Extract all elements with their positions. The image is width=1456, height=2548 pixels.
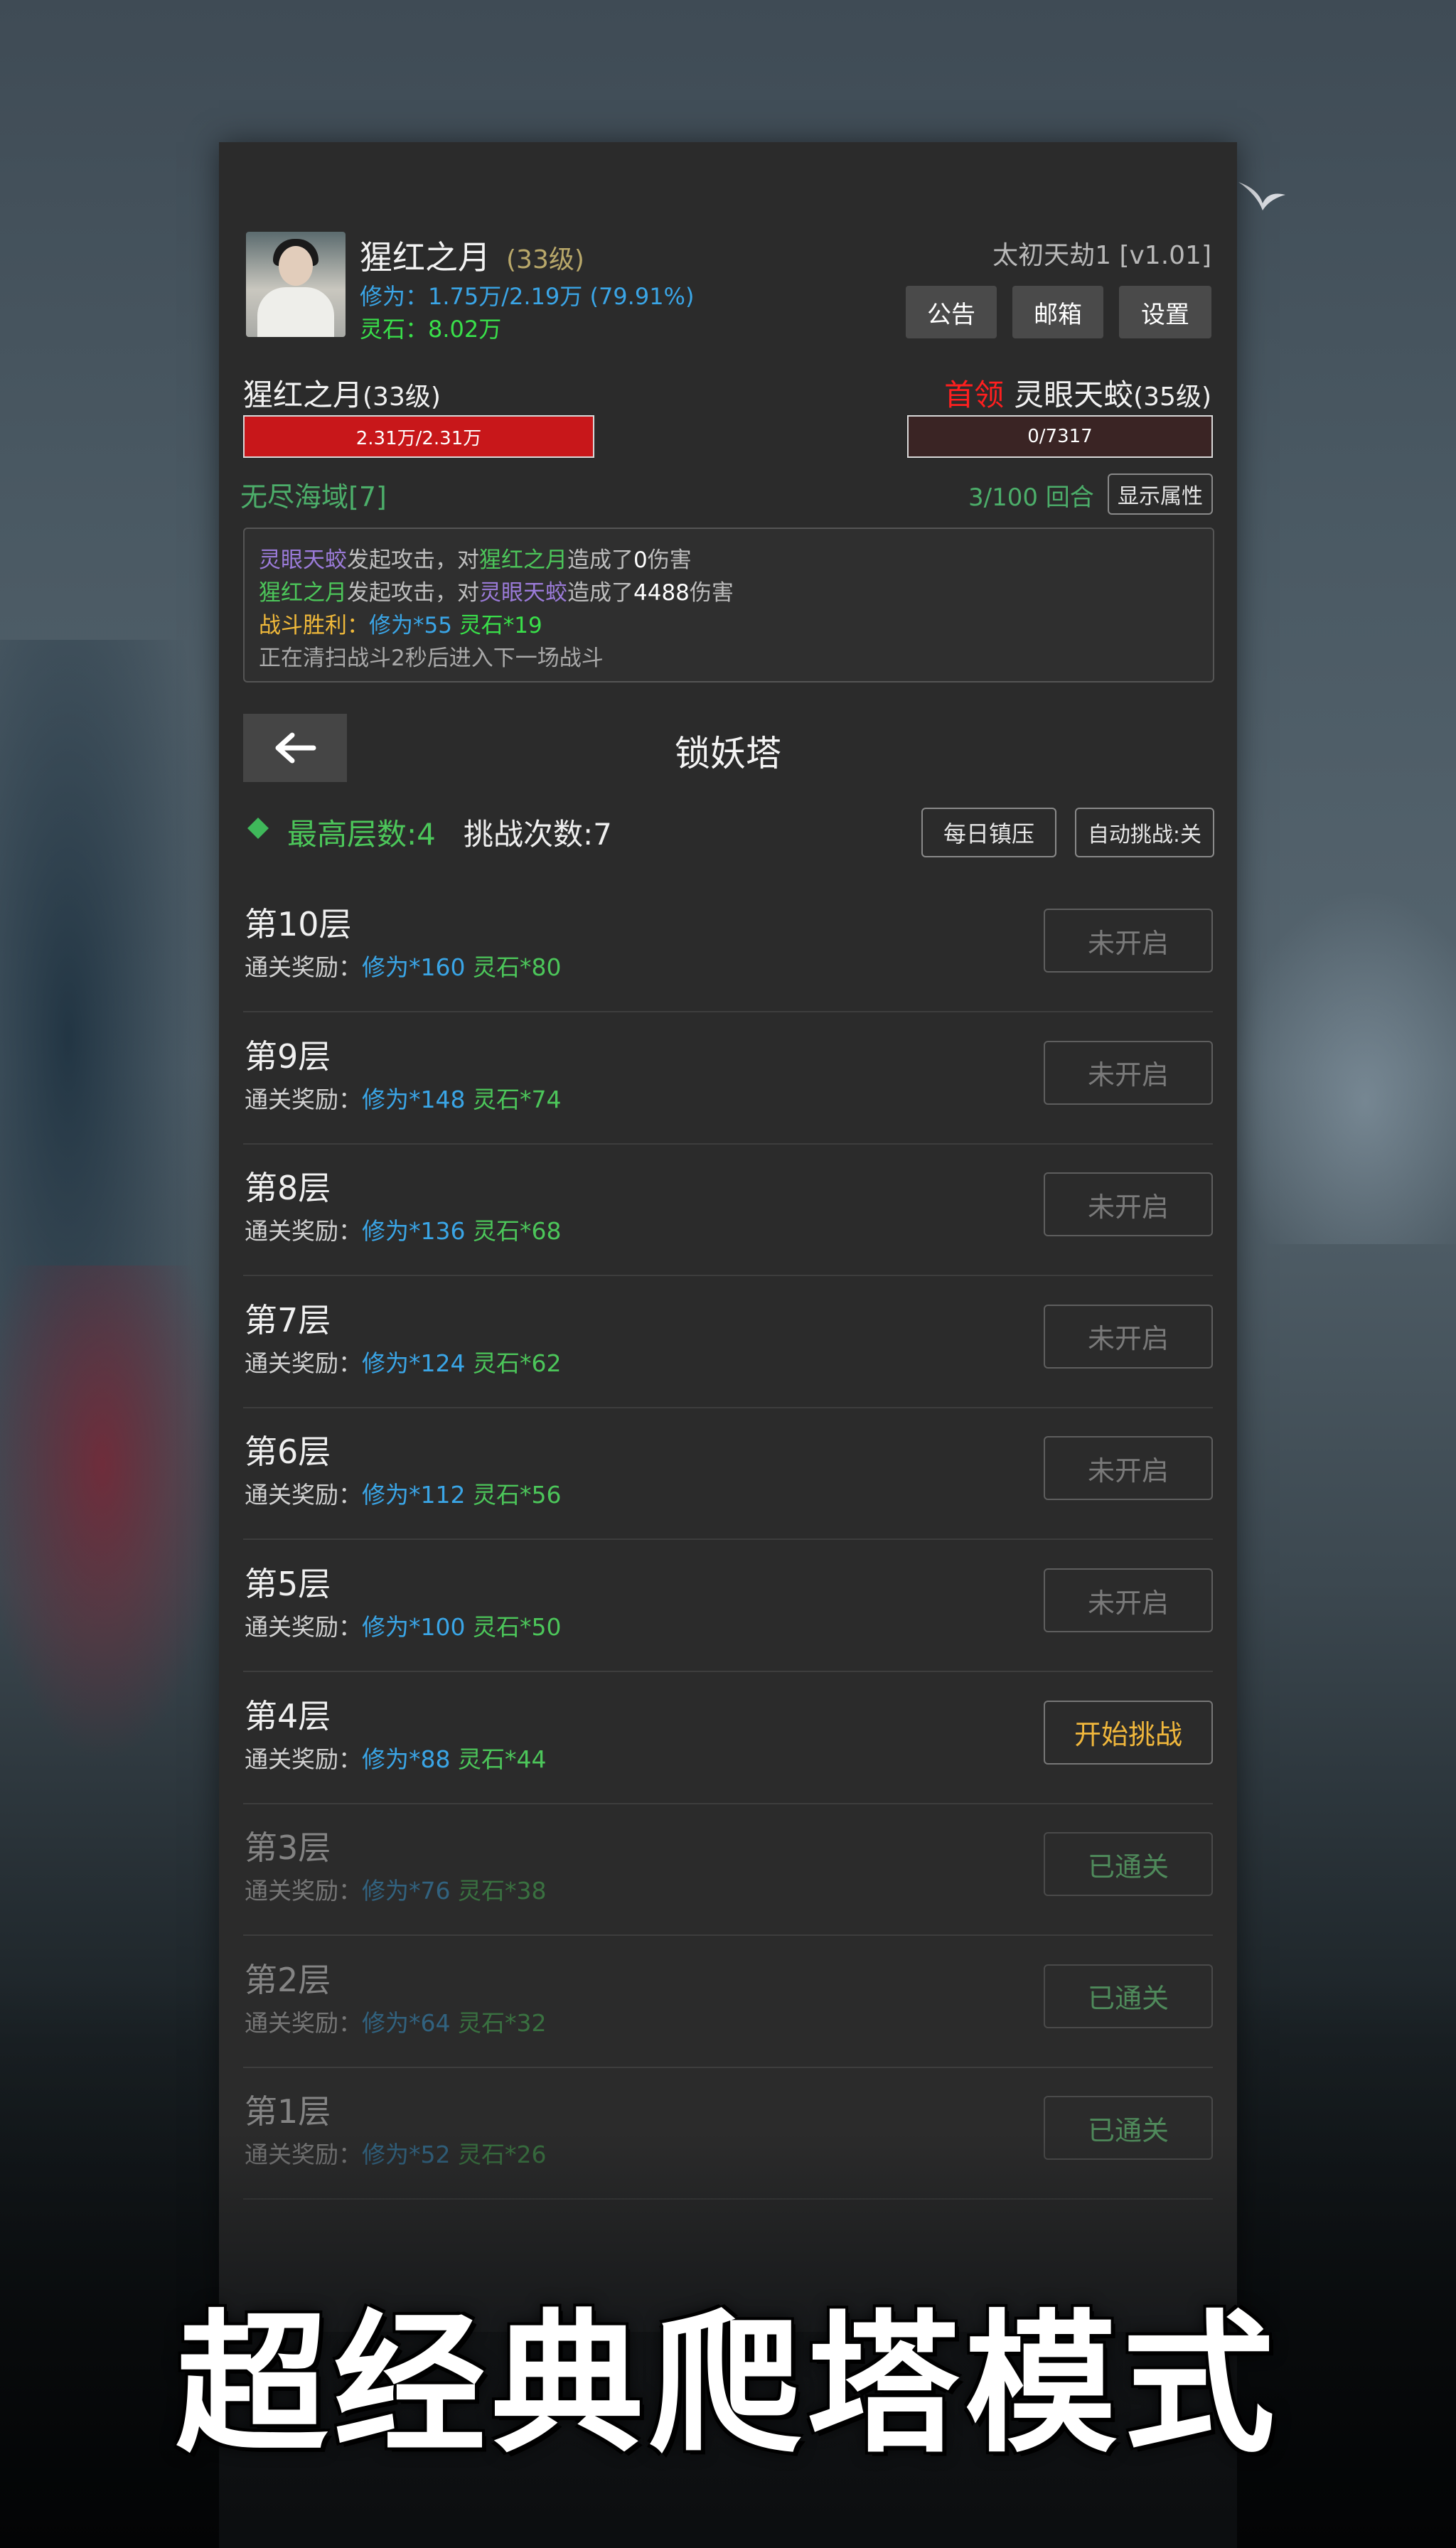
- floor-action-button[interactable]: 已通关: [1044, 1964, 1213, 2028]
- floor-reward: 通关奖励：修为*112 灵石*56: [245, 1481, 562, 1509]
- floor-row: 第6层通关奖励：修为*112 灵石*56 未开启: [243, 1408, 1213, 1541]
- floor-reward: 通关奖励：修为*136 灵石*68: [245, 1217, 562, 1246]
- floor-action-button[interactable]: 未开启: [1044, 1568, 1213, 1632]
- settings-button[interactable]: 设置: [1119, 286, 1211, 338]
- floor-action-button[interactable]: 未开启: [1044, 909, 1213, 973]
- floor-reward: 通关奖励：修为*88 灵石*44: [245, 1745, 547, 1773]
- floor-action-button[interactable]: 未开启: [1044, 1304, 1213, 1369]
- boss-tag: 首领: [944, 378, 1005, 412]
- floor-action-button[interactable]: 开始挑战: [1044, 1700, 1213, 1765]
- floor-reward: 通关奖励：修为*76 灵石*38: [245, 1877, 547, 1905]
- region-name: 无尽海域[7]: [240, 481, 387, 513]
- log-line: 正在清扫战斗2秒后进入下一场战斗: [259, 646, 604, 671]
- floor-title: 第5层: [245, 1565, 331, 1603]
- floor-title: 第6层: [245, 1433, 331, 1472]
- player-level: (33级): [506, 245, 584, 274]
- enemy-info: 首领 灵眼天蛟(35级): [944, 378, 1211, 412]
- log-line: 灵眼天蛟发起攻击，对猩红之月造成了0伤害: [259, 547, 692, 573]
- battle-log: 灵眼天蛟发起攻击，对猩红之月造成了0伤害 猩红之月发起攻击，对灵眼天蛟造成了44…: [243, 528, 1214, 682]
- floor-title: 第10层: [245, 905, 352, 943]
- floor-row: 第10层通关奖励：修为*160 灵石*80 未开启: [243, 880, 1213, 1012]
- floor-title: 第9层: [245, 1037, 331, 1076]
- game-version: 太初天劫1 [v1.01]: [992, 241, 1211, 270]
- notice-button[interactable]: 公告: [906, 286, 997, 338]
- bird-icon: [1237, 175, 1287, 218]
- player-avatar[interactable]: [246, 232, 346, 337]
- background-red-cloth: [0, 1265, 228, 1763]
- floor-row: 第4层通关奖励：修为*88 灵石*44 开始挑战: [243, 1672, 1213, 1804]
- challenge-count: 挑战次数:7: [464, 817, 612, 852]
- floor-row: 第7层通关奖励：修为*124 灵石*62 未开启: [243, 1276, 1213, 1408]
- page-title: 锁妖塔: [675, 733, 781, 774]
- floor-row: 第3层通关奖励：修为*76 灵石*38 已通关: [243, 1804, 1213, 1937]
- floor-row: 第8层通关奖励：修为*136 灵石*68 未开启: [243, 1144, 1213, 1277]
- floor-reward: 通关奖励：修为*160 灵石*80: [245, 953, 562, 981]
- floor-title: 第8层: [245, 1169, 331, 1208]
- floor-title: 第1层: [245, 2092, 331, 2131]
- daily-suppress-button[interactable]: 每日镇压: [921, 808, 1056, 857]
- floor-title: 第2层: [245, 1960, 331, 1999]
- floor-action-button[interactable]: 未开启: [1044, 1436, 1213, 1501]
- floor-reward: 通关奖励：修为*64 灵石*32: [245, 2008, 547, 2037]
- floor-row: 第2层通关奖励：修为*64 灵石*32 已通关: [243, 1936, 1213, 2068]
- floor-title: 第4层: [245, 1696, 331, 1735]
- floor-row: 第9层通关奖励：修为*148 灵石*74 未开启: [243, 1012, 1213, 1145]
- promo-banner: 超经典爬塔模式: [176, 2295, 1280, 2473]
- battle-player-name: 猩红之月(33级): [243, 378, 441, 412]
- player-hp-bar: 2.31万/2.31万: [243, 415, 594, 458]
- floor-reward: 通关奖励：修为*100 灵石*50: [245, 1613, 562, 1641]
- spirit-stone-count: 灵石：8.02万: [360, 316, 502, 343]
- floor-action-button[interactable]: 已通关: [1044, 1832, 1213, 1897]
- enemy-hp-bar: 0/7317: [907, 415, 1213, 458]
- mail-button[interactable]: 邮箱: [1012, 286, 1103, 338]
- floor-action-button[interactable]: 未开启: [1044, 1040, 1213, 1105]
- background-mountain-right: [1228, 889, 1456, 1244]
- log-line: 战斗胜利：修为*55 灵石*19: [259, 613, 542, 638]
- floor-action-button[interactable]: 未开启: [1044, 1172, 1213, 1237]
- player-name: 猩红之月: [360, 238, 491, 277]
- diamond-icon: [246, 816, 270, 840]
- show-attributes-button[interactable]: 显示属性: [1108, 473, 1213, 515]
- log-line: 猩红之月发起攻击，对灵眼天蛟造成了4488伤害: [259, 580, 734, 606]
- max-floor: 最高层数:4: [287, 817, 436, 852]
- floor-title: 第3层: [245, 1829, 331, 1868]
- floor-reward: 通关奖励：修为*148 灵石*74: [245, 1085, 562, 1113]
- floor-reward: 通关奖励：修为*124 灵石*62: [245, 1349, 562, 1377]
- floor-row: 第5层通关奖励：修为*100 灵石*50 未开启: [243, 1540, 1213, 1672]
- cultivation-progress: 修为：1.75万/2.19万 (79.91%): [360, 283, 695, 310]
- auto-challenge-toggle[interactable]: 自动挑战:关: [1075, 808, 1214, 857]
- round-counter: 3/100 回合: [968, 483, 1094, 512]
- floor-title: 第7层: [245, 1300, 331, 1339]
